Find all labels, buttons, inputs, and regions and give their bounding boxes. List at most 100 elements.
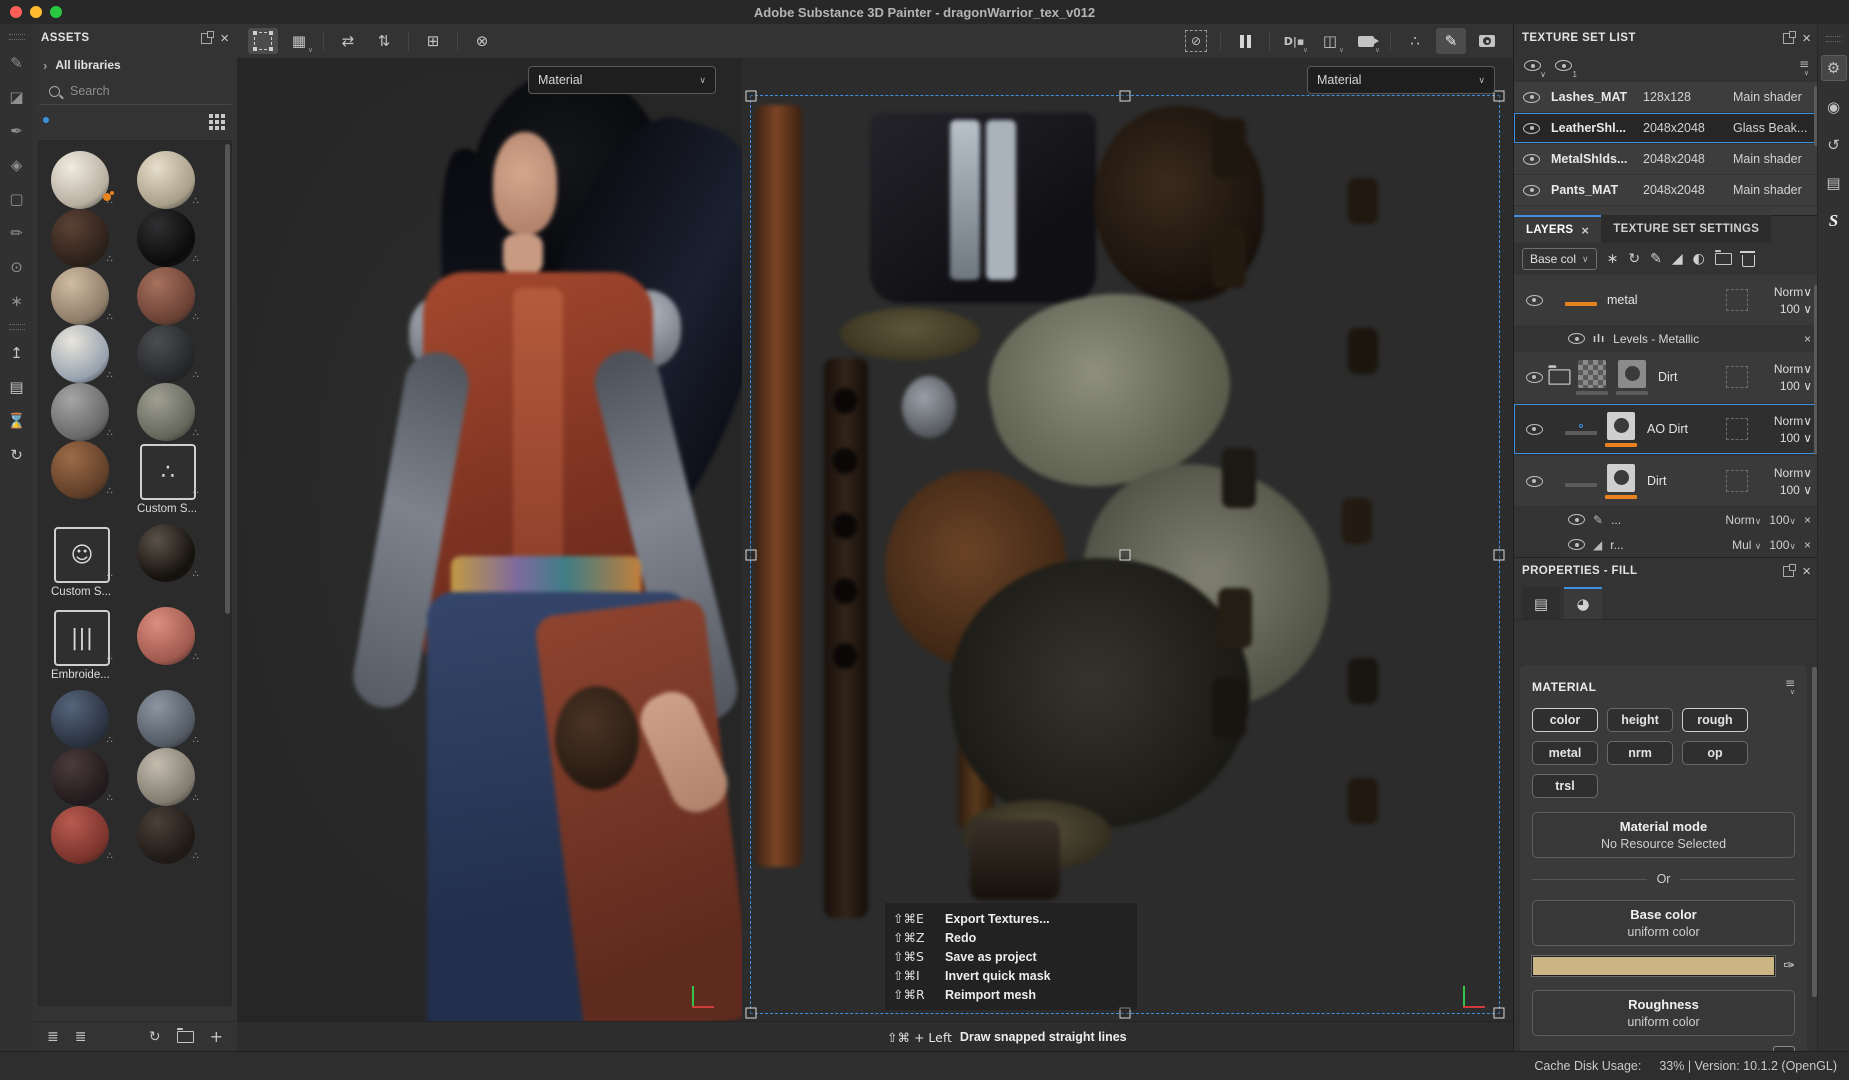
asset-tile[interactable]: ∴ BasicLea... — [49, 209, 109, 267]
selection-handle[interactable] — [1494, 549, 1505, 560]
asset-tile[interactable]: ∴ Baked Li... — [135, 151, 195, 209]
all-libraries-row[interactable]: › All libraries — [33, 52, 237, 78]
add-asset-icon[interactable]: + — [210, 1029, 223, 1045]
material-picker-tool-button[interactable]: ∗ — [4, 286, 30, 316]
texture-set-row[interactable]: Lashes_MAT 128x128 Main shader — [1514, 82, 1819, 112]
texture-set-row[interactable]: LeatherShl... 2048x2048 Glass Beak... — [1514, 113, 1819, 143]
remove-effect-icon[interactable]: × — [1804, 539, 1811, 551]
layer-visibility-icon[interactable] — [1526, 295, 1543, 306]
visibility-eye-icon[interactable] — [1523, 154, 1540, 165]
channel-chip[interactable]: metal — [1532, 741, 1598, 765]
quick-mask-button[interactable]: ⊗ — [467, 28, 497, 54]
blend-mode-dropdown[interactable]: Norm∨ — [1774, 285, 1812, 299]
asset-tile[interactable]: ∴ Concrete... — [49, 383, 109, 441]
3d-view[interactable]: Material ∨ — [237, 58, 742, 1022]
selection-handle[interactable] — [746, 1008, 757, 1019]
assets-search-input[interactable] — [68, 83, 202, 99]
resources-updater-button[interactable]: ↻ — [4, 440, 30, 470]
visibility-mode-icon[interactable]: ∨ — [1524, 60, 1541, 74]
close-panel-icon[interactable]: × — [1802, 31, 1811, 46]
material-mode-button[interactable]: Material mode No Resource Selected — [1532, 812, 1795, 858]
uv-tile-selection[interactable] — [750, 95, 1500, 1014]
opacity-dropdown[interactable]: 100∨ — [1769, 513, 1796, 527]
layer-visibility-icon[interactable] — [1526, 424, 1543, 435]
mask-placeholder[interactable] — [1726, 366, 1748, 388]
effect-visibility-icon[interactable] — [1568, 539, 1585, 550]
close-tab-icon[interactable]: × — [1581, 224, 1589, 237]
group-mask-thumbnail[interactable] — [1618, 360, 1646, 388]
layer-mask-thumbnail[interactable] — [1607, 464, 1635, 492]
selection-handle[interactable] — [1494, 91, 1505, 102]
asset-tile[interactable]: ∴ Cork Nat... — [49, 441, 109, 499]
solo-visibility-icon[interactable]: 1 — [1555, 60, 1572, 74]
selection-tool-button[interactable]: ▢ — [4, 184, 30, 214]
layer-row-dirt-group[interactable]: Dirt Norm∨ 100 ∨ — [1514, 352, 1819, 402]
channel-chip[interactable]: color — [1532, 708, 1598, 732]
mask-placeholder[interactable] — [1726, 470, 1748, 492]
3d-view-material-selector[interactable]: Material ∨ — [528, 66, 716, 94]
add-mask-button[interactable]: ◐ — [1693, 252, 1705, 266]
visibility-eye-icon[interactable] — [1523, 185, 1540, 196]
effect-visibility-icon[interactable] — [1568, 333, 1585, 344]
2d-view-material-selector[interactable]: Material ∨ — [1307, 66, 1495, 94]
grid-view-icon[interactable] — [209, 114, 213, 118]
shader-settings-button[interactable]: ◉ — [1822, 95, 1846, 119]
asset-tile[interactable]: ∴ Concrete... — [135, 325, 195, 383]
toolbar-grip[interactable] — [1826, 36, 1842, 42]
display-mode-button[interactable]: ◫∨ — [1315, 28, 1345, 54]
blend-mode-dropdown[interactable]: Norm∨ — [1774, 466, 1812, 480]
shelf-list-icon[interactable]: ≣ — [47, 1030, 59, 1044]
remove-effect-icon[interactable]: × — [1804, 514, 1811, 526]
tab-properties-list[interactable]: ▤ — [1522, 587, 1560, 619]
shelf-folder-list-icon[interactable]: ≣ — [75, 1030, 87, 1044]
channel-chip[interactable]: rough — [1682, 708, 1748, 732]
asset-tile[interactable]: ☺ ∴ Custom S... — [49, 524, 135, 607]
blend-mode-dropdown[interactable]: Norm∨ — [1725, 513, 1761, 527]
add-smart-material-button[interactable]: ∗ — [1607, 252, 1619, 266]
pause-engine-button[interactable] — [1230, 28, 1260, 54]
add-frame-button[interactable]: ⊞ — [418, 28, 448, 54]
mask-placeholder[interactable] — [1726, 418, 1748, 440]
symmetry-y-button[interactable]: ⇅ — [369, 28, 399, 54]
asset-tile[interactable]: ∴ Clay Eart... — [49, 267, 109, 325]
opacity-dropdown[interactable]: 100 ∨ — [1780, 302, 1812, 316]
tab-texture-set-settings[interactable]: TEXTURE SET SETTINGS — [1601, 215, 1771, 243]
asset-tile[interactable]: ∴ Fabric Li... — [135, 748, 195, 806]
tab-layers[interactable]: LAYERS × — [1514, 215, 1601, 243]
projection-tool-button[interactable]: ✒ — [4, 116, 30, 146]
asset-tile[interactable]: ∴ Autumn L... — [49, 151, 109, 209]
selection-handle[interactable] — [1120, 549, 1131, 560]
base-color-swatch[interactable] — [1532, 956, 1775, 976]
mirror-display-button[interactable]: D|▪∨ — [1279, 28, 1309, 54]
bake-textures-button[interactable]: ▤ — [4, 372, 30, 402]
camera-mode-button[interactable]: ∨ — [1351, 28, 1381, 54]
asset-tile[interactable]: ∴ Fabric La... — [49, 748, 109, 806]
symmetry-x-button[interactable]: ⇄ — [333, 28, 363, 54]
effect-row-paint[interactable]: ✎ ... Norm∨ 100∨ × — [1560, 508, 1819, 531]
pending-operations-button[interactable]: ⌛ — [4, 406, 30, 436]
layer-row-metal[interactable]: metal Norm∨ 100 ∨ — [1514, 275, 1819, 325]
opacity-dropdown[interactable]: 100 ∨ — [1780, 431, 1812, 445]
paint-mode-button[interactable]: ✎ — [1436, 28, 1466, 54]
particles-button[interactable]: ∴ — [1400, 28, 1430, 54]
toolbar-grip[interactable] — [9, 324, 25, 330]
visibility-eye-icon[interactable] — [1523, 123, 1540, 134]
tab-material-properties[interactable]: ◕ — [1564, 587, 1602, 619]
channel-chip[interactable]: height — [1607, 708, 1673, 732]
selection-handle[interactable] — [1494, 1008, 1505, 1019]
asset-tile[interactable]: ∴ Fabric Co... — [135, 607, 195, 665]
asset-tile[interactable]: ∴ — [49, 806, 109, 864]
remove-effect-icon[interactable]: × — [1804, 333, 1811, 345]
asset-tile[interactable]: ∴ Fabric De... — [49, 690, 109, 748]
eraser-tool-button[interactable]: ◪ — [4, 82, 30, 112]
undock-panel-icon[interactable] — [201, 33, 212, 44]
texture-set-row[interactable]: Pants_MAT 2048x2048 Main shader — [1514, 175, 1819, 205]
filter-list-icon[interactable]: ≡∨ — [1799, 58, 1809, 77]
effect-row-fill[interactable]: ◢ r... Mul ∨ 100∨ × — [1560, 533, 1819, 556]
clone-tool-button[interactable]: ⊙ — [4, 252, 30, 282]
close-panel-icon[interactable]: × — [1802, 564, 1811, 579]
refresh-shelf-icon[interactable]: ↻ — [149, 1030, 161, 1044]
undock-panel-icon[interactable] — [1783, 566, 1794, 577]
opacity-dropdown[interactable]: 100 ∨ — [1780, 483, 1812, 497]
layer-row-dirt[interactable]: Dirt Norm∨ 100 ∨ — [1514, 456, 1819, 506]
